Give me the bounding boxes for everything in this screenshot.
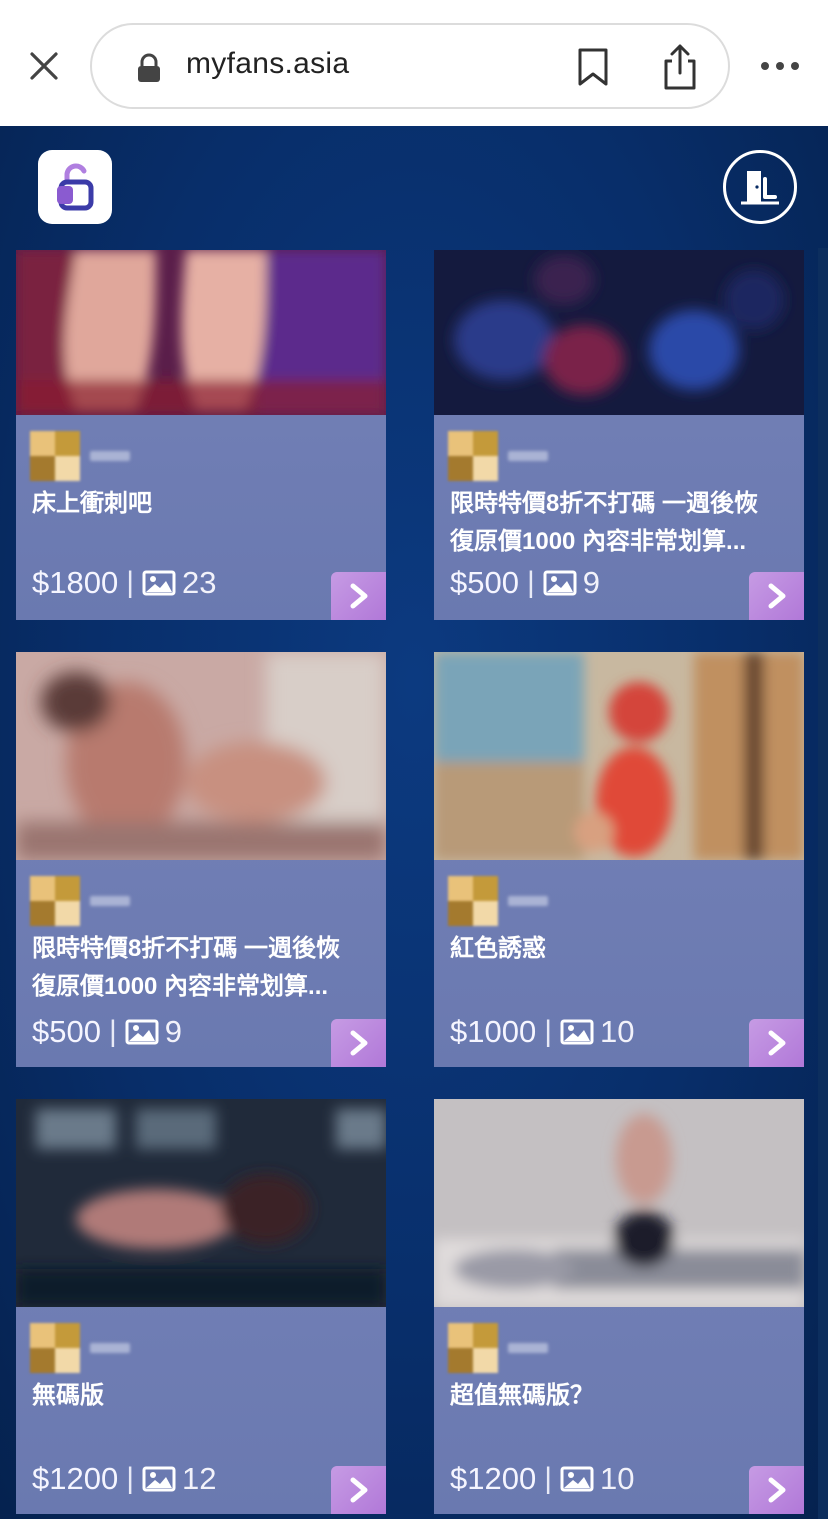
post-thumbnail[interactable]	[434, 1099, 804, 1307]
meta-separator: |	[108, 1015, 117, 1048]
post-card[interactable]: 超值無碼版？ $1200 | 10	[434, 1099, 804, 1514]
creator-name[interactable]	[90, 451, 130, 461]
chevron-right-icon	[350, 1030, 367, 1056]
blurred-thumbnail-image	[434, 1099, 804, 1307]
image-icon	[560, 1019, 594, 1045]
post-thumbnail[interactable]	[434, 652, 804, 860]
meta-separator: |	[544, 1462, 553, 1495]
close-icon	[30, 52, 58, 80]
bookmark-icon[interactable]	[576, 47, 610, 87]
blurred-thumbnail-image	[16, 1099, 386, 1307]
share-icon[interactable]	[662, 43, 698, 91]
post-title: 限時特價8折不打碼 一週後恢 復原價1000 內容非常划算...	[32, 935, 341, 1000]
scroll-edge	[818, 248, 828, 1519]
open-post-button[interactable]	[749, 1466, 804, 1514]
lock-icon	[138, 53, 160, 82]
post-title: 床上衝刺吧	[32, 490, 152, 517]
creator-avatar[interactable]	[30, 431, 80, 481]
chevron-right-icon	[768, 1030, 785, 1056]
meta-separator: |	[126, 566, 135, 599]
browser-toolbar: myfans.asia	[0, 0, 828, 126]
image-count: 9	[582, 565, 601, 600]
blurred-thumbnail-image	[434, 250, 804, 415]
creator-name[interactable]	[508, 451, 548, 461]
open-post-button[interactable]	[749, 1019, 804, 1067]
post-title: 限時特價8折不打碼 一週後恢 復原價1000 內容非常划算...	[450, 490, 759, 555]
creator-name[interactable]	[90, 896, 130, 906]
open-post-button[interactable]	[331, 1466, 386, 1514]
creator-name[interactable]	[508, 896, 548, 906]
app-screen: 床上衝刺吧 $1800 | 23 限時特價8折不打碼 一週後恢 復原價1000 …	[0, 126, 828, 1519]
creator-name[interactable]	[90, 1343, 130, 1353]
creator-name[interactable]	[508, 1343, 548, 1353]
image-count: 10	[600, 1461, 635, 1496]
blurred-thumbnail-image	[16, 652, 386, 860]
chevron-right-icon	[350, 1477, 367, 1503]
creator-avatar[interactable]	[448, 431, 498, 481]
open-post-button[interactable]	[749, 572, 804, 620]
image-count: 23	[182, 565, 217, 600]
post-price: $500	[32, 1014, 101, 1049]
post-card[interactable]: 限時特價8折不打碼 一週後恢 復原價1000 內容非常划算... $500 | …	[434, 250, 804, 620]
post-meta: $500 | 9	[450, 565, 600, 601]
chevron-right-icon	[768, 583, 785, 609]
post-meta: $1200 | 10	[450, 1461, 635, 1497]
image-count: 9	[164, 1014, 183, 1049]
blurred-thumbnail-image	[16, 250, 386, 415]
image-count: 12	[182, 1461, 217, 1496]
close-button[interactable]	[22, 44, 66, 88]
creator-avatar[interactable]	[448, 876, 498, 926]
meta-separator: |	[526, 566, 535, 599]
url-text: myfans.asia	[186, 47, 350, 80]
post-title: 超值無碼版？	[450, 1382, 594, 1409]
post-thumbnail[interactable]	[16, 250, 386, 415]
post-meta: $500 | 9	[32, 1014, 182, 1050]
post-price: $1200	[450, 1461, 537, 1496]
image-icon	[543, 570, 577, 596]
logout-button[interactable]	[723, 150, 797, 224]
unlock-logo-icon	[57, 163, 94, 211]
post-meta: $1000 | 10	[450, 1014, 635, 1050]
meta-separator: |	[544, 1015, 553, 1048]
post-price: $1200	[32, 1461, 119, 1496]
post-thumbnail[interactable]	[16, 1099, 386, 1307]
post-thumbnail[interactable]	[16, 652, 386, 860]
post-meta: $1200 | 12	[32, 1461, 217, 1497]
post-card[interactable]: 無碼版 $1200 | 12	[16, 1099, 386, 1514]
post-thumbnail[interactable]	[434, 250, 804, 415]
image-icon	[560, 1466, 594, 1492]
post-price: $500	[450, 565, 519, 600]
more-options-icon[interactable]	[758, 52, 802, 80]
image-count: 10	[600, 1014, 635, 1049]
creator-avatar[interactable]	[448, 1323, 498, 1373]
open-post-button[interactable]	[331, 1019, 386, 1067]
blurred-thumbnail-image	[434, 652, 804, 860]
image-icon	[142, 570, 176, 596]
post-card[interactable]: 紅色誘惑 $1000 | 10	[434, 652, 804, 1067]
post-meta: $1800 | 23	[32, 565, 217, 601]
post-card[interactable]: 床上衝刺吧 $1800 | 23	[16, 250, 386, 620]
app-logo[interactable]	[38, 150, 112, 224]
chevron-right-icon	[350, 583, 367, 609]
chevron-right-icon	[768, 1477, 785, 1503]
post-price: $1800	[32, 565, 119, 600]
open-post-button[interactable]	[331, 572, 386, 620]
creator-avatar[interactable]	[30, 1323, 80, 1373]
post-title: 紅色誘惑	[450, 935, 546, 962]
image-icon	[125, 1019, 159, 1045]
address-bar[interactable]: myfans.asia	[90, 23, 730, 109]
meta-separator: |	[126, 1462, 135, 1495]
post-title: 無碼版	[32, 1382, 104, 1409]
door-exit-icon	[741, 171, 779, 205]
image-icon	[142, 1466, 176, 1492]
post-price: $1000	[450, 1014, 537, 1049]
creator-avatar[interactable]	[30, 876, 80, 926]
post-card[interactable]: 限時特價8折不打碼 一週後恢 復原價1000 內容非常划算... $500 | …	[16, 652, 386, 1067]
